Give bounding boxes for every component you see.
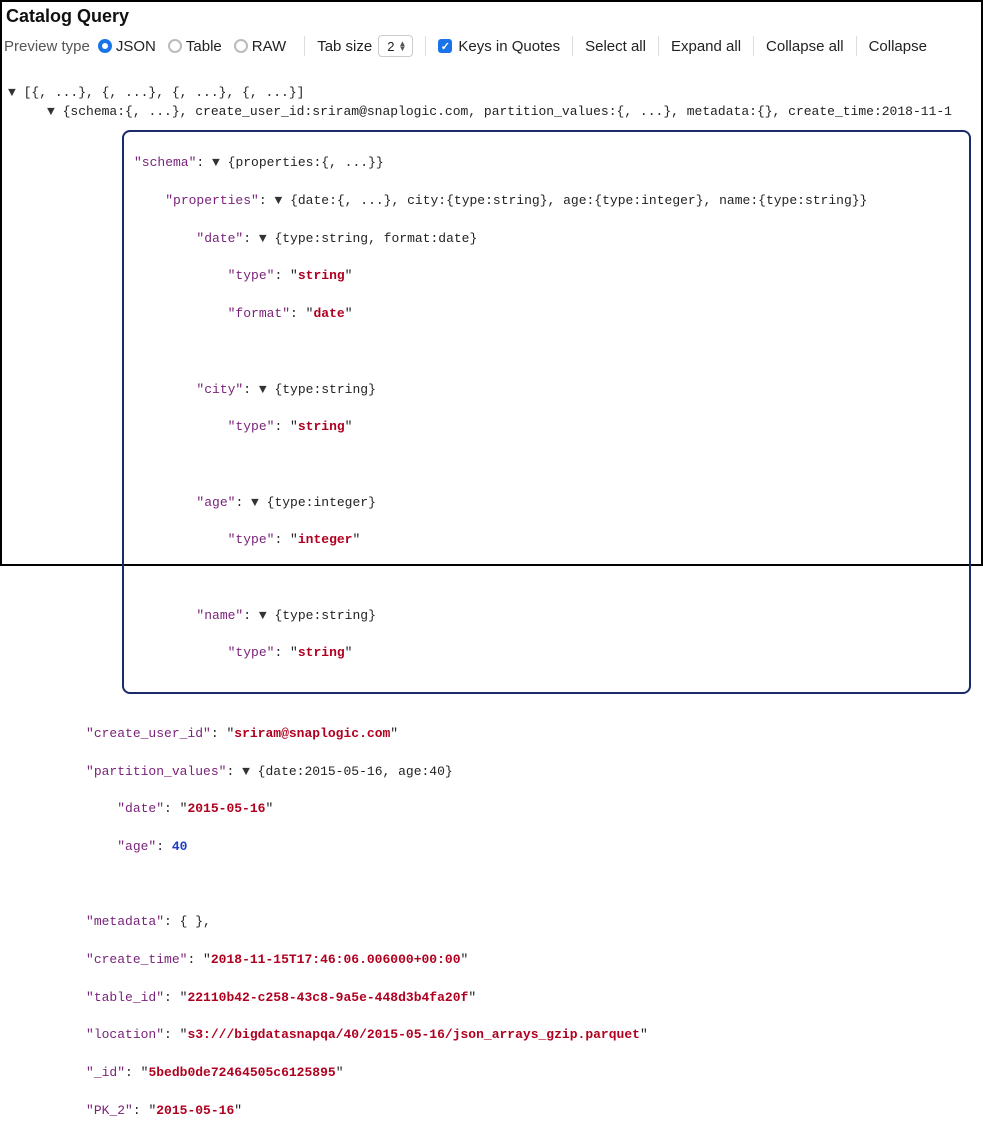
value-create-time: 2018-11-15T17:46:06.006000+00:00: [211, 952, 461, 967]
schema-highlight-box: "schema": ▼ {properties:{, ...}} "proper…: [122, 130, 971, 694]
key-name: "name": [196, 608, 243, 623]
value-table-id: 22110b42-c258-43c8-9a5e-448d3b4fa20f: [187, 990, 468, 1005]
key-create-user-id: "create_user_id": [86, 726, 211, 741]
value-metadata: { },: [180, 914, 211, 929]
toggle-icon[interactable]: ▼: [259, 382, 275, 397]
date-summary: {type:string, format:date}: [274, 231, 477, 246]
key-age: "age": [196, 495, 235, 510]
radio-icon: [98, 39, 112, 53]
divider: [425, 36, 426, 56]
radio-icon: [234, 39, 248, 53]
value-city-type: string: [298, 419, 345, 434]
toggle-icon[interactable]: ▼: [259, 608, 275, 623]
preview-type-label: Preview type: [4, 38, 90, 55]
collapse-truncated-button[interactable]: Collapse: [869, 38, 927, 55]
preview-table-label: Table: [186, 38, 222, 55]
key-id: "_id": [86, 1065, 125, 1080]
preview-raw-radio[interactable]: RAW: [234, 38, 286, 55]
key-metadata: "metadata": [86, 914, 164, 929]
tab-size-stepper[interactable]: 2 ▲▼: [378, 35, 413, 57]
toggle-icon[interactable]: ▼: [251, 495, 267, 510]
key-create-time: "create_time": [86, 952, 187, 967]
preview-json-radio[interactable]: JSON: [98, 38, 156, 55]
name-summary: {type:string}: [274, 608, 375, 623]
value-name-type: string: [298, 645, 345, 660]
value-id: 5bedb0de72464505c6125895: [148, 1065, 335, 1080]
toggle-icon[interactable]: ▼: [47, 104, 63, 119]
key-date: "date": [196, 231, 243, 246]
json-viewer[interactable]: ▼ [{, ...}, {, ...}, {, ...}, {, ...}] ▼…: [2, 63, 981, 128]
json-viewer-cont[interactable]: "create_user_id": "sriram@snaplogic.com"…: [2, 700, 981, 1132]
key-partition-values: "partition_values": [86, 764, 226, 779]
preview-raw-label: RAW: [252, 38, 286, 55]
key-format: "format": [228, 306, 290, 321]
partition-values-summary: {date:2015-05-16, age:40}: [258, 764, 453, 779]
key-schema: "schema": [134, 155, 196, 170]
page-title: Catalog Query: [6, 6, 977, 27]
divider: [304, 36, 305, 56]
key-properties: "properties": [165, 193, 259, 208]
expand-all-button[interactable]: Expand all: [671, 38, 741, 55]
keys-in-quotes-checkbox[interactable]: ✓ Keys in Quotes: [438, 38, 560, 55]
divider: [658, 36, 659, 56]
key-date: "date": [117, 801, 164, 816]
toggle-icon[interactable]: ▼: [8, 85, 24, 100]
collapse-all-button[interactable]: Collapse all: [766, 38, 844, 55]
toggle-icon[interactable]: ▼: [242, 764, 258, 779]
tab-size-value: 2: [387, 39, 394, 54]
value-location: s3:///bigdatasnapqa/40/2015-05-16/json_a…: [187, 1027, 639, 1042]
stepper-arrows-icon: ▲▼: [398, 41, 406, 51]
value-date-format: date: [313, 306, 344, 321]
value-create-user-id: sriram@snaplogic.com: [234, 726, 390, 741]
tab-size-label: Tab size: [317, 38, 372, 55]
key-type: "type": [228, 419, 275, 434]
select-all-button[interactable]: Select all: [585, 38, 646, 55]
keys-in-quotes-label: Keys in Quotes: [458, 38, 560, 55]
toggle-icon[interactable]: ▼: [274, 193, 290, 208]
city-summary: {type:string}: [274, 382, 375, 397]
value-pv-date: 2015-05-16: [187, 801, 265, 816]
value-date-type: string: [298, 268, 345, 283]
object-summary: {schema:{, ...}, create_user_id:sriram@s…: [63, 104, 952, 119]
key-location: "location": [86, 1027, 164, 1042]
preview-table-radio[interactable]: Table: [168, 38, 222, 55]
checkbox-icon: ✓: [438, 39, 452, 53]
toolbar: Preview type JSON Table RAW Tab size 2 ▲…: [2, 29, 981, 63]
key-type: "type": [228, 645, 275, 660]
schema-summary: {properties:{, ...}}: [228, 155, 384, 170]
value-pk2: 2015-05-16: [156, 1103, 234, 1118]
divider: [572, 36, 573, 56]
key-table-id: "table_id": [86, 990, 164, 1005]
properties-summary: {date:{, ...}, city:{type:string}, age:{…: [290, 193, 867, 208]
key-type: "type": [228, 532, 275, 547]
divider: [753, 36, 754, 56]
value-pv-age: 40: [172, 839, 188, 854]
divider: [856, 36, 857, 56]
key-pk2: "PK_2": [86, 1103, 133, 1118]
array-summary: [{, ...}, {, ...}, {, ...}, {, ...}]: [24, 85, 305, 100]
preview-json-label: JSON: [116, 38, 156, 55]
key-age: "age": [117, 839, 156, 854]
toggle-icon[interactable]: ▼: [212, 155, 228, 170]
toggle-icon[interactable]: ▼: [259, 231, 275, 246]
key-type: "type": [228, 268, 275, 283]
radio-icon: [168, 39, 182, 53]
age-summary: {type:integer}: [267, 495, 376, 510]
key-city: "city": [196, 382, 243, 397]
value-age-type: integer: [298, 532, 353, 547]
